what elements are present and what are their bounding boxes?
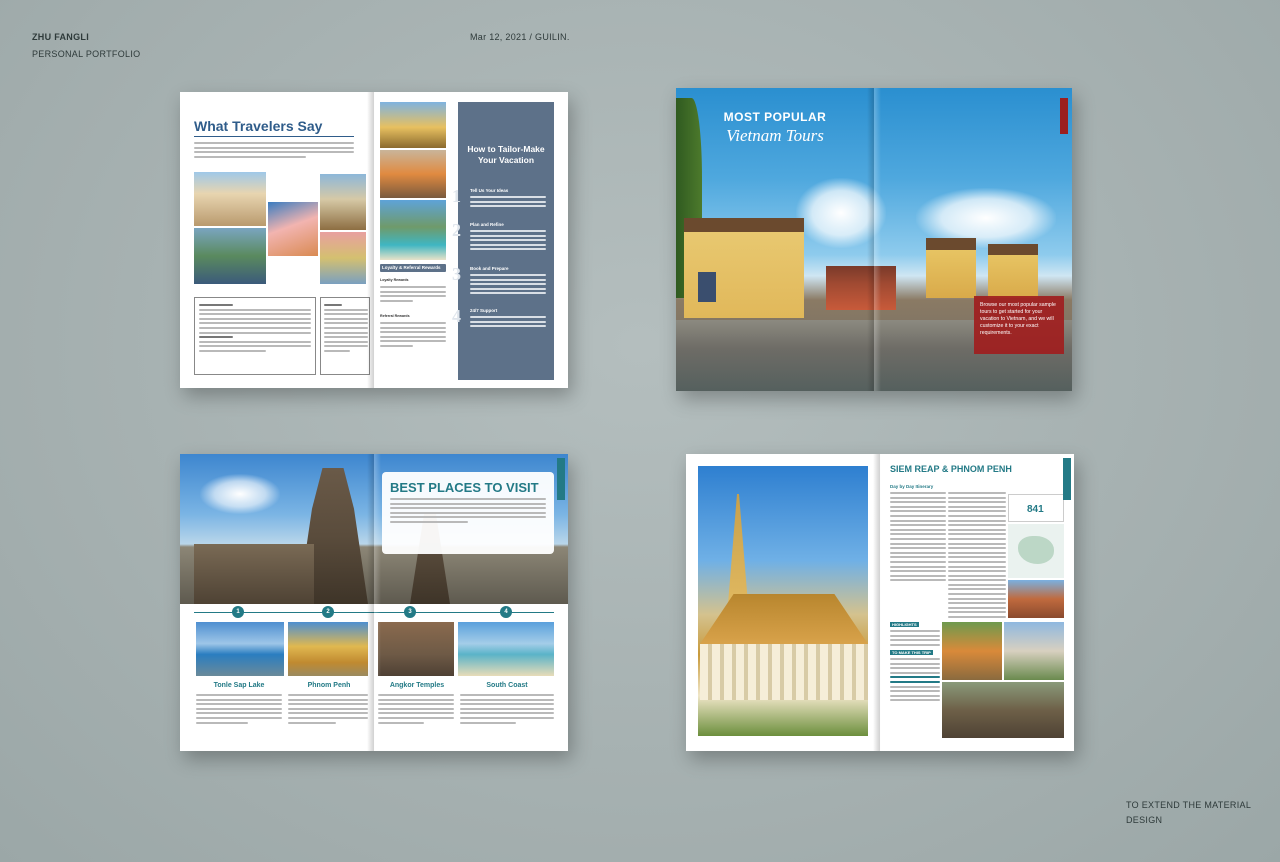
place-num-4: 4 (500, 606, 512, 618)
highlights-label: HIGHLIGHTS (890, 622, 919, 627)
portfolio-subtitle: PERSONAL PORTFOLIO (32, 49, 141, 59)
photo-angkor-temples (378, 622, 454, 676)
yellow-house-left (684, 218, 804, 318)
temple-wall (194, 544, 314, 604)
photo-stone-faces (942, 682, 1064, 738)
photo-monks (942, 622, 1002, 680)
bridge (826, 266, 896, 310)
portfolio-name: ZHU FANGLI (32, 32, 89, 42)
magazine-siem-reap: SIEM REAP & PHNOM PENH Day by Day Itiner… (686, 454, 1074, 751)
price-value: 841 (1027, 504, 1044, 515)
price-box: 841 (1008, 494, 1064, 522)
country-tab (1060, 98, 1068, 134)
cta-box: Browse our most popular sample tours to … (974, 296, 1064, 354)
photo-group (320, 232, 366, 284)
page-title: BEST PLACES TO VISIT (390, 480, 539, 495)
place-text-1 (196, 694, 282, 726)
title-rule (194, 136, 354, 137)
photo-tourists (268, 202, 318, 256)
photo-bay (380, 200, 446, 260)
photo-phnom-penh (288, 622, 368, 676)
portfolio-date: Mar 12, 2021 / GUILIN. (470, 32, 570, 42)
itinerary-subtitle: Day by Day Itinerary (890, 484, 934, 489)
place-text-4 (460, 694, 554, 726)
intro-text (194, 142, 354, 160)
rewards-title: Loyalty & Referral Rewards (382, 265, 441, 270)
heading-line1: MOST POPULAR (723, 110, 827, 124)
house-window (698, 272, 716, 302)
footer-line1: TO EXTEND THE MATERIAL (1126, 800, 1252, 810)
heading-line2: Vietnam Tours (726, 126, 824, 145)
left-page (686, 454, 880, 751)
photo-tonle-sap (196, 622, 284, 676)
yellow-house-right (926, 238, 976, 298)
reward-loyalty: Loyalty Rewards (380, 278, 409, 282)
sidebar-title: How to Tailor-Make Your Vacation (467, 144, 545, 165)
photo-temple (320, 174, 366, 230)
right-page: SIEM REAP & PHNOM PENH Day by Day Itiner… (880, 454, 1074, 751)
reward-referral: Referral Rewards (380, 314, 410, 318)
itinerary-col2 (948, 492, 1006, 621)
place-name-3: Angkor Temples (389, 682, 445, 689)
place-text-2 (288, 694, 368, 726)
clouds-center (796, 178, 886, 248)
title-box: BEST PLACES TO VISIT (382, 472, 554, 554)
photo-palace (194, 172, 266, 226)
make-trip-label: TO MAKE THIS TRIP (890, 650, 933, 655)
magazine-best-places: BEST PLACES TO VISIT 1 2 3 4 Tonle Sap L… (180, 454, 568, 751)
quote-box-1 (194, 297, 316, 375)
place-num-1: 1 (232, 606, 244, 618)
footer-line2: DESIGN (1126, 815, 1163, 825)
palace-columns (700, 644, 868, 700)
place-name-1: Tonle Sap Lake (213, 682, 265, 689)
photo-monks (380, 150, 446, 198)
photo-south-coast (458, 622, 554, 676)
place-name-4: South Coast (486, 682, 528, 689)
cloud-left (200, 474, 280, 514)
yellow-house-right2 (988, 244, 1038, 298)
photo-stupa (1004, 622, 1064, 680)
photo-museum (1008, 580, 1064, 618)
country-tab (557, 458, 565, 500)
quote-box-2 (320, 297, 370, 375)
tailor-make-sidebar: How to Tailor-Make Your Vacation 1 Tell … (452, 102, 554, 380)
itinerary-col1 (890, 492, 946, 584)
place-name-2: Phnom Penh (307, 682, 351, 689)
magazine-what-travelers-say: What Travelers Say Loyalty & Referral Re… (180, 92, 568, 388)
right-page: Loyalty & Referral Rewards Loyalty Rewar… (374, 92, 568, 388)
left-page: What Travelers Say (180, 92, 374, 388)
place-num-3: 3 (404, 606, 416, 618)
place-num-2: 2 (322, 606, 334, 618)
magazine-vietnam-tours: MOST POPULAR Vietnam Tours Browse our mo… (676, 88, 1072, 391)
heading: MOST POPULAR Vietnam Tours (676, 110, 874, 146)
place-text-3 (378, 694, 454, 726)
photo-boat (194, 228, 266, 284)
page-title: SIEM REAP & PHNOM PENH (890, 464, 1012, 474)
country-tab (1063, 458, 1071, 500)
page-title: What Travelers Say (194, 118, 323, 134)
photo-golden-pagoda (380, 102, 446, 148)
map (1008, 524, 1064, 578)
